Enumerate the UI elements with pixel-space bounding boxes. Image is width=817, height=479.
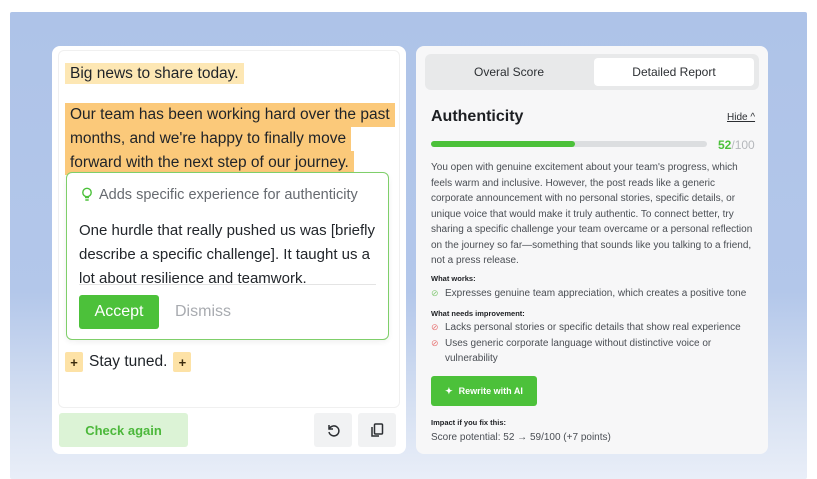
undo-button[interactable] [314, 413, 352, 447]
insert-plus-icon[interactable]: + [65, 352, 83, 372]
accept-button[interactable]: Accept [79, 295, 159, 329]
warning-circle-icon: ⊘ [431, 322, 439, 332]
report-panel: Overal Score Detailed Report Authenticit… [416, 46, 768, 454]
list-item: ⊘ Uses generic corporate language withou… [431, 338, 712, 364]
closing-text: Stay tuned. [89, 353, 168, 370]
highlighted-line[interactable]: months, and we're happy to finally move [65, 127, 352, 151]
lightbulb-icon [82, 187, 92, 201]
highlighted-line[interactable]: Our team has been working hard over the … [65, 103, 395, 127]
score-tabs: Overal Score Detailed Report [425, 54, 759, 90]
tab-detailed-report[interactable]: Detailed Report [594, 58, 754, 86]
sparkle-icon: ✦ [445, 385, 453, 396]
score-progress-bar [431, 141, 707, 147]
copy-icon [371, 423, 384, 437]
score-max: /100 [731, 138, 755, 152]
needs-improvement-label: What needs improvement: [431, 309, 525, 318]
score-value: 52/100 [718, 138, 755, 152]
hide-toggle[interactable]: Hide ^ [727, 112, 755, 123]
suggestion-text: One hurdle that really pushed us was [br… [79, 222, 375, 287]
list-item: ⊘ Expresses genuine team appreciation, w… [431, 288, 747, 299]
suggestion-header: Adds specific experience for authenticit… [81, 187, 358, 203]
warning-circle-icon: ⊘ [431, 338, 439, 348]
what-works-label: What works: [431, 274, 476, 283]
insert-plus-icon[interactable]: + [173, 352, 192, 372]
score-number: 52 [718, 138, 732, 152]
dismiss-button[interactable]: Dismiss [175, 295, 231, 329]
check-again-button[interactable]: Check again [59, 413, 188, 447]
paragraph-1: Big news to share today. [65, 62, 244, 86]
section-title: Authenticity [431, 108, 524, 125]
paragraph-2: Our team has been working hard over the … [65, 103, 395, 175]
check-circle-icon: ⊘ [431, 288, 439, 298]
undo-icon [328, 425, 340, 437]
copy-button[interactable] [358, 413, 396, 447]
divider [79, 284, 376, 285]
list-item: ⊘ Lacks personal stories or specific det… [431, 322, 741, 333]
highlighted-sentence[interactable]: Big news to share today. [65, 63, 244, 84]
report-description: You open with genuine excitement about y… [431, 162, 753, 266]
rewrite-with-ai-button[interactable]: ✦ Rewrite with AI [431, 376, 537, 406]
closing-line: + Stay tuned. + [65, 352, 192, 372]
suggestion-title: Adds specific experience for authenticit… [99, 187, 358, 203]
impact-label: Impact if you fix this: [431, 418, 507, 427]
impact-text: Score potential: 52 → 59/100 (+7 points) [431, 432, 611, 443]
suggestion-card: Adds specific experience for authenticit… [66, 172, 389, 340]
score-progress-fill [431, 141, 575, 147]
tab-overall-score[interactable]: Overal Score [429, 58, 589, 86]
